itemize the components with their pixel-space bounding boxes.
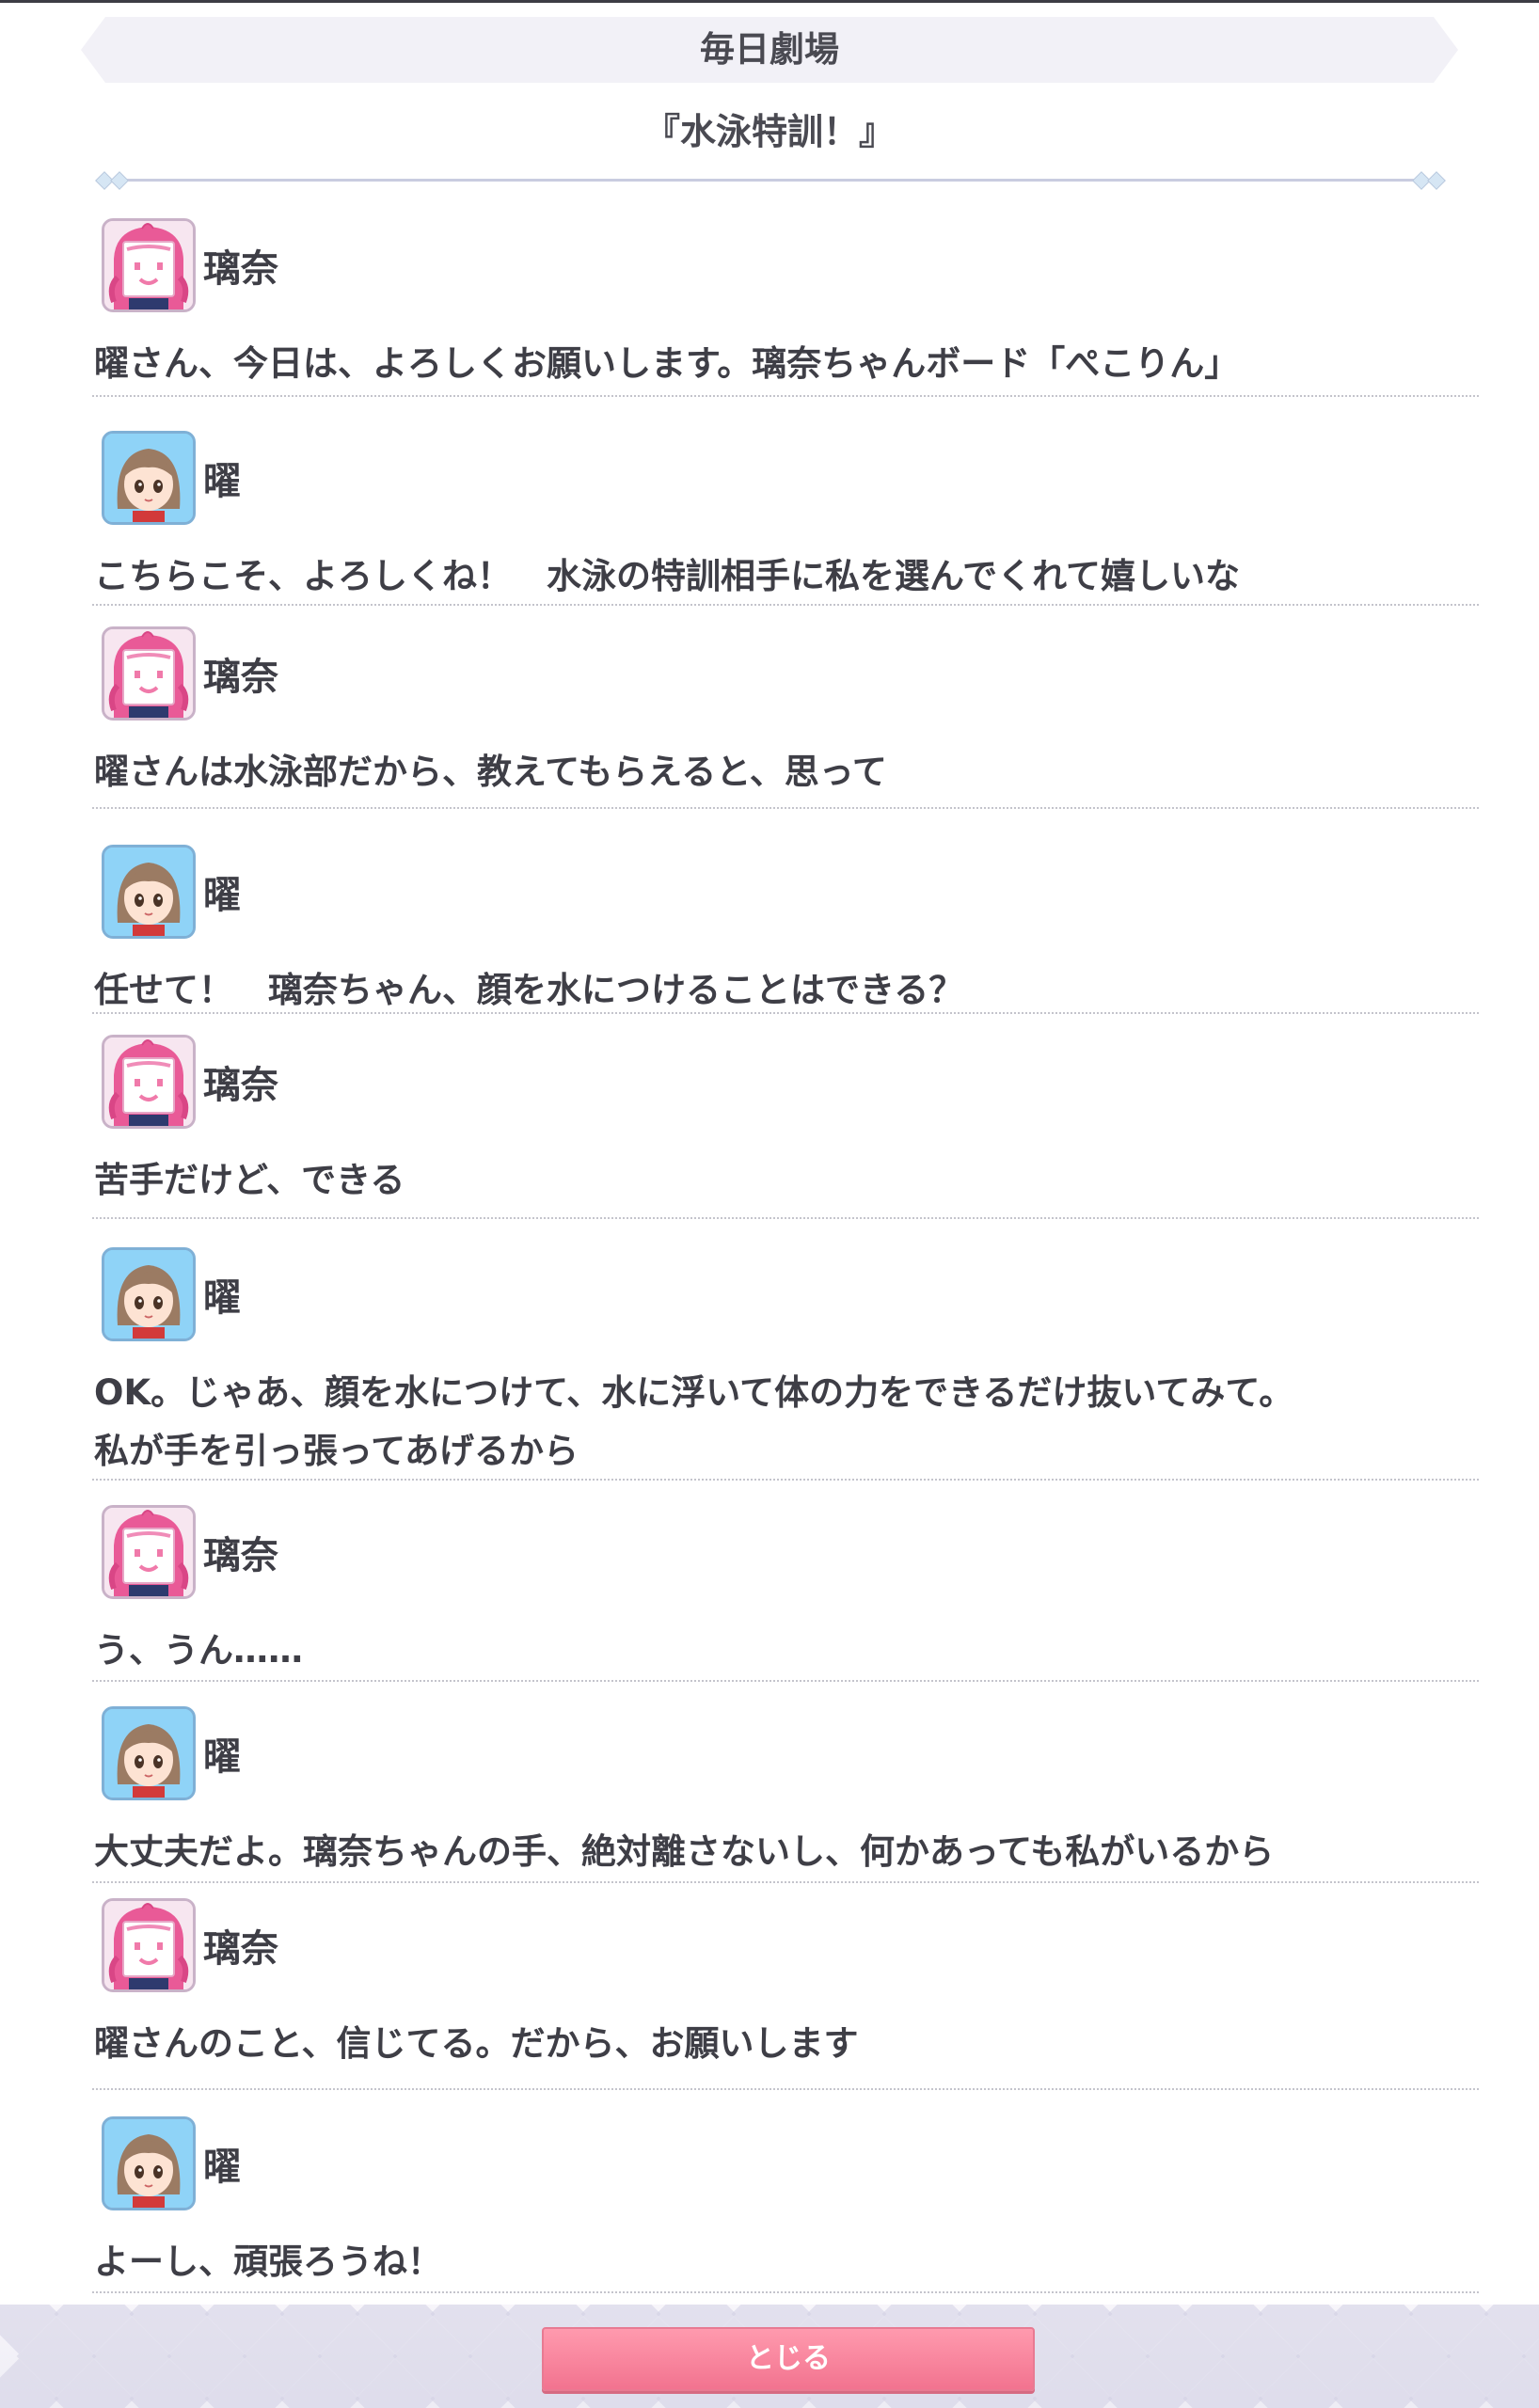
you-face-icon [102,431,196,525]
dialogue-line: 曜さん、今日は、よろしくお願いします。璃奈ちゃんボード「ぺこりん」 [94,343,1240,384]
speaker-name: 璃奈 [203,1064,278,1107]
dialogue-divider [92,1217,1479,1219]
dialogue-divider [92,1012,1479,1014]
speaker-name: 曜 [203,1735,241,1779]
speaker-name: 曜 [203,2146,241,2189]
dialogue-list[interactable]: 璃奈 曜さん、今日は、よろしくお願いします。璃奈ちゃんボード「ぺこりん」 曜こちら… [0,0,1539,2314]
you-face-icon [102,1247,196,1341]
dialogue-line: 任せて！ 璃奈ちゃん、顔を水につけることはできる？ [94,970,964,1010]
dialogue-line: よーし、頑張ろうね！ [94,2242,442,2282]
rina-board-face-icon [102,1505,196,1599]
dialogue-line: う、うん…… [94,1630,303,1671]
dialogue-divider [92,2291,1479,2293]
speaker-name: 璃奈 [203,1534,278,1577]
rina-board-face-icon [102,1035,196,1129]
dialogue-line: 苦手だけど、できる [94,1160,405,1200]
dialogue-divider [92,2088,1479,2090]
dialogue-line: OK。じゃあ、顔を水につけて、水に浮いて体の力をできるだけ抜いてみて。 私が手を… [94,1372,1294,1471]
dialogue-divider [92,807,1479,809]
speaker-name: 璃奈 [203,1927,278,1971]
dialogue-line: こちらこそ、よろしくね！ 水泳の特訓相手に私を選んでくれて嬉しいな [94,556,1241,596]
rina-board-face-icon [102,1898,196,1992]
speaker-name: 璃奈 [203,247,278,291]
rina-board-face-icon [102,626,196,721]
dialogue-divider [92,1680,1479,1682]
speaker-name: 曜 [203,874,241,917]
close-button[interactable]: とじる [542,2327,1035,2391]
dialogue-divider [92,1479,1479,1481]
dialogue-line: 曜さんのこと、信じてる。だから、お願いします [94,2023,859,2064]
you-face-icon [102,2116,196,2210]
speaker-name: 曜 [203,460,241,503]
speaker-name: 曜 [203,1276,241,1320]
dialogue-divider [92,604,1479,606]
dialogue-line: 曜さんは水泳部だから、教えてもらえると、思って [94,752,887,792]
dialogue-line: 大丈夫だよ。璃奈ちゃんの手、絶対離さないし、何かあっても私がいるから [94,1831,1275,1872]
you-face-icon [102,1706,196,1800]
you-face-icon [102,845,196,939]
speaker-name: 璃奈 [203,656,278,699]
dialogue-divider [92,395,1479,397]
dialogue-divider [92,1881,1479,1883]
rina-board-face-icon [102,218,196,312]
